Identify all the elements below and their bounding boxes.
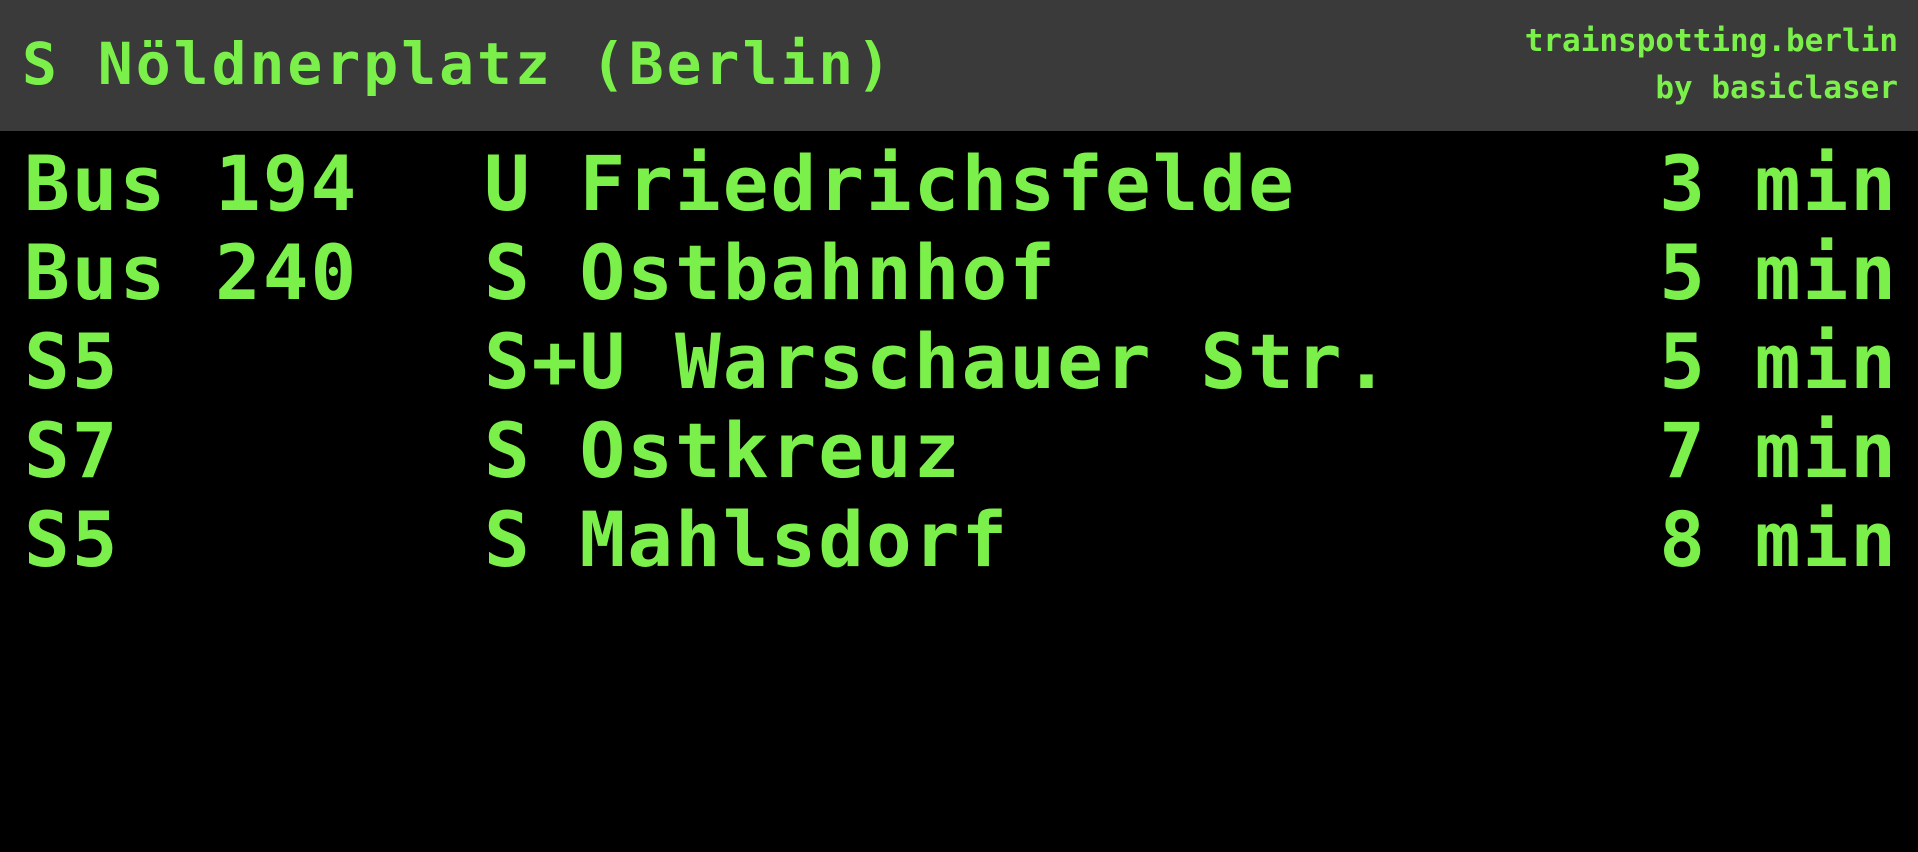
departure-time: 8 min [1659, 495, 1898, 584]
destination: S Mahlsdorf [484, 495, 1010, 584]
destination: U Friedrichsfelde [484, 139, 1296, 228]
departure-time: 5 min [1659, 228, 1898, 317]
site-name: trainspotting.berlin [1524, 23, 1898, 59]
line-name: S5 [24, 495, 120, 584]
departure-time: 7 min [1659, 406, 1898, 495]
departure-time: 3 min [1659, 139, 1898, 228]
line-name: S7 [24, 406, 120, 495]
departure-row: S5 S+U Warschauer Str. 5 min [0, 320, 1918, 409]
departure-board: Bus 194 U Friedrichsfelde 3 min Bus 240 … [0, 142, 1918, 587]
station-title: S Nöldnerplatz (Berlin) [22, 30, 895, 98]
departure-row: S7 S Ostkreuz 7 min [0, 409, 1918, 498]
header-bar: S Nöldnerplatz (Berlin) trainspotting.be… [0, 0, 1918, 131]
destination: S+U Warschauer Str. [484, 317, 1392, 406]
line-name: S5 [24, 317, 120, 406]
line-name: Bus 194 [24, 139, 359, 228]
departure-time: 5 min [1659, 317, 1898, 406]
departure-row: S5 S Mahlsdorf 8 min [0, 498, 1918, 587]
departure-row: Bus 240 S Ostbahnhof 5 min [0, 231, 1918, 320]
destination: S Ostbahnhof [484, 228, 1058, 317]
line-name: Bus 240 [24, 228, 359, 317]
branding: trainspotting.berlin by basiclaser [1525, 18, 1898, 112]
departure-row: Bus 194 U Friedrichsfelde 3 min [0, 142, 1918, 231]
destination: S Ostkreuz [484, 406, 962, 495]
author-credit: by basiclaser [1655, 70, 1898, 106]
